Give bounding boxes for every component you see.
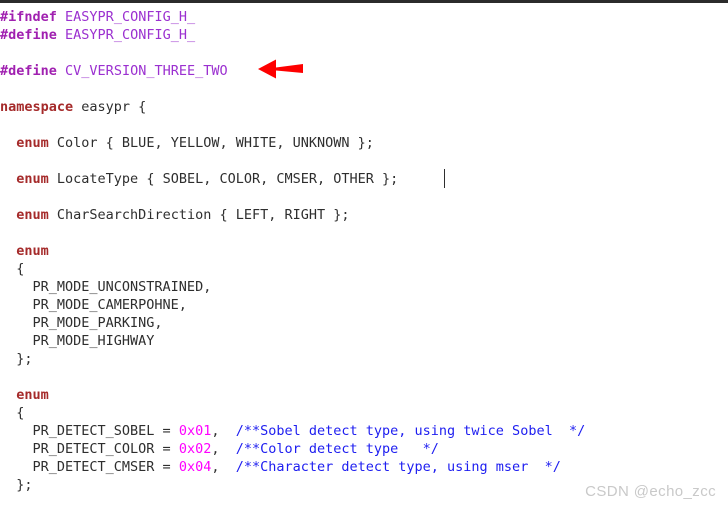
code-token-plain: CharSearchDirection { LEFT, RIGHT }; xyxy=(48,207,350,223)
code-line-5[interactable] xyxy=(0,80,8,98)
code-line-24[interactable]: PR_DETECT_SOBEL = 0x01, /**Sobel detect … xyxy=(0,422,586,440)
code-token-pp-macro: EASYPR_CONFIG_H_ xyxy=(65,27,196,43)
red-arrow-annotation-icon xyxy=(258,59,303,79)
code-token-plain: }; xyxy=(0,351,33,367)
code-token-keyword: enum xyxy=(16,387,49,403)
code-token-pp-macro: CV_VERSION_THREE_TWO xyxy=(65,63,228,79)
code-line-27[interactable]: }; xyxy=(0,476,33,494)
text-caret xyxy=(444,169,445,188)
code-line-15[interactable]: { xyxy=(0,260,24,278)
code-token-keyword: enum xyxy=(16,243,49,259)
code-token-plain: PR_MODE_HIGHWAY xyxy=(0,333,155,349)
code-token-plain: LocateType { SOBEL, COLOR, CMSER, OTHER … xyxy=(48,171,399,187)
code-line-11[interactable] xyxy=(0,188,8,206)
code-token-number: 0x04 xyxy=(178,459,212,475)
code-token-keyword: namespace xyxy=(0,99,74,115)
code-line-2[interactable]: #define EASYPR_CONFIG_H_ xyxy=(0,26,195,44)
code-line-6[interactable]: namespace easypr { xyxy=(0,98,146,116)
code-token-pp-macro: EASYPR_CONFIG_H_ xyxy=(65,9,196,25)
code-line-26[interactable]: PR_DETECT_CMSER = 0x04, /**Character det… xyxy=(0,458,561,476)
code-line-20[interactable]: }; xyxy=(0,350,33,368)
code-line-4[interactable]: #define CV_VERSION_THREE_TWO xyxy=(0,62,228,80)
code-token-keyword: enum xyxy=(16,135,49,151)
code-line-3[interactable] xyxy=(0,44,8,62)
code-token-keyword: enum xyxy=(16,171,49,187)
code-line-22[interactable]: enum xyxy=(0,386,49,404)
code-token-plain: PR_DETECT_SOBEL = xyxy=(0,423,179,439)
code-token-plain: easypr { xyxy=(73,99,147,115)
code-line-25[interactable]: PR_DETECT_COLOR = 0x02, /**Color detect … xyxy=(0,440,439,458)
code-token-keyword: enum xyxy=(16,207,49,223)
code-token-number: 0x02 xyxy=(178,441,212,457)
code-line-10[interactable]: enum LocateType { SOBEL, COLOR, CMSER, O… xyxy=(0,170,398,188)
code-line-1[interactable]: #ifndef EASYPR_CONFIG_H_ xyxy=(0,8,195,26)
code-token-comment: /**Sobel detect type, using twice Sobel … xyxy=(235,423,586,439)
code-line-14[interactable]: enum xyxy=(0,242,49,260)
code-token-plain: PR_DETECT_COLOR = xyxy=(0,441,179,457)
code-line-12[interactable]: enum CharSearchDirection { LEFT, RIGHT }… xyxy=(0,206,350,224)
code-line-13[interactable] xyxy=(0,224,8,242)
code-line-9[interactable] xyxy=(0,152,8,170)
code-token-plain: PR_DETECT_CMSER = xyxy=(0,459,179,475)
code-token-comment: /**Color detect type */ xyxy=(235,441,439,457)
code-token-plain: { xyxy=(0,405,25,421)
code-token-plain: }; xyxy=(0,477,33,493)
code-token-pp-keyword: #define xyxy=(0,63,57,79)
code-line-18[interactable]: PR_MODE_PARKING, xyxy=(0,314,163,332)
code-token-plain: { xyxy=(0,261,25,277)
code-token-plain: PR_MODE_UNCONSTRAINED, xyxy=(0,279,212,295)
code-line-19[interactable]: PR_MODE_HIGHWAY xyxy=(0,332,155,350)
code-token-pp-keyword: #define xyxy=(0,27,57,43)
code-token-plain: , xyxy=(211,441,236,457)
code-token-plain: Color { BLUE, YELLOW, WHITE, UNKNOWN }; xyxy=(48,135,374,151)
code-line-21[interactable] xyxy=(0,368,8,386)
code-line-8[interactable]: enum Color { BLUE, YELLOW, WHITE, UNKNOW… xyxy=(0,134,374,152)
code-line-7[interactable] xyxy=(0,116,8,134)
code-token-plain: , xyxy=(211,459,236,475)
code-token-plain: , xyxy=(211,423,236,439)
code-token-plain: PR_MODE_CAMERPOHNE, xyxy=(0,297,187,313)
code-token-plain: PR_MODE_PARKING, xyxy=(0,315,163,331)
code-token-number: 0x01 xyxy=(178,423,212,439)
code-token-comment: /**Character detect type, using mser */ xyxy=(235,459,561,475)
code-token-pp-keyword: #ifndef xyxy=(0,9,57,25)
watermark-text: CSDN @echo_zcc xyxy=(585,483,716,500)
code-line-17[interactable]: PR_MODE_CAMERPOHNE, xyxy=(0,296,187,314)
code-editor-area[interactable]: #ifndef EASYPR_CONFIG_H_ #define EASYPR_C… xyxy=(0,3,728,508)
code-line-23[interactable]: { xyxy=(0,404,24,422)
code-line-16[interactable]: PR_MODE_UNCONSTRAINED, xyxy=(0,278,212,296)
